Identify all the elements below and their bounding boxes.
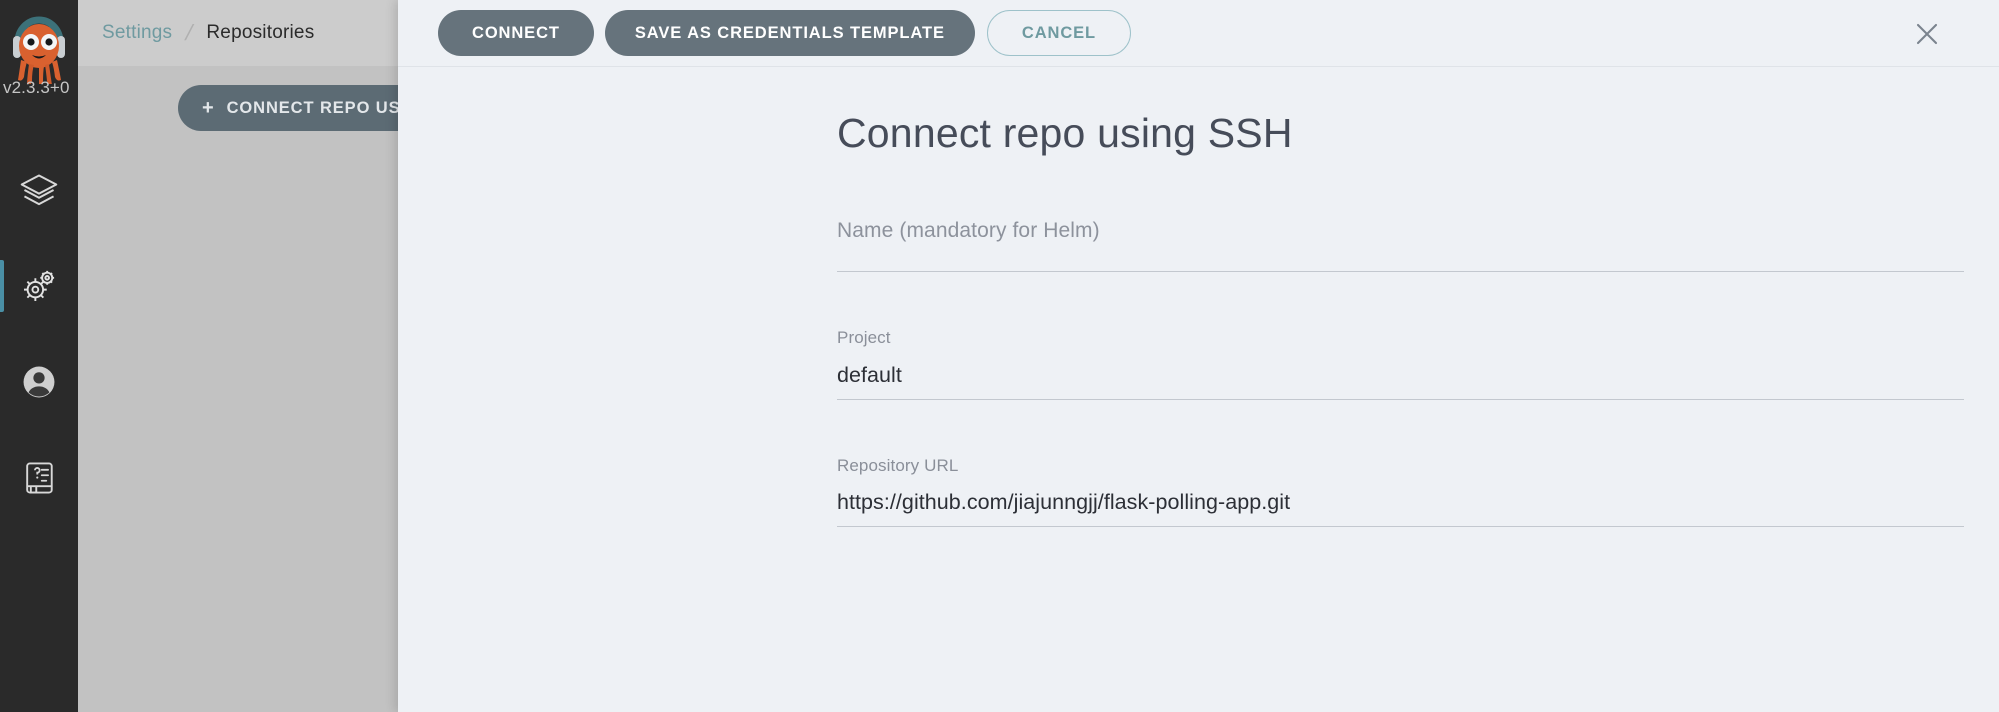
connect-button[interactable]: CONNECT: [438, 10, 594, 56]
panel-body: Connect repo using SSH Name (mandatory f…: [398, 67, 1999, 712]
version-label: v2.3.3+0: [3, 78, 70, 97]
sidebar-nav-rail: v2.3.3+0: [0, 0, 78, 712]
field-repository-url: Repository URL https://github.com/jiajun…: [837, 454, 1964, 527]
argo-cd-octopus-logo: [13, 16, 65, 84]
sidebar-item-applications[interactable]: [0, 142, 78, 238]
project-field-underline: [837, 398, 1964, 400]
active-indicator: [0, 356, 4, 408]
repository-url-field-underline: [837, 525, 1964, 527]
logo-area[interactable]: v2.3.3+0: [0, 0, 78, 100]
project-field-label: Project: [837, 328, 891, 348]
name-field-placeholder: Name (mandatory for Helm): [837, 219, 1100, 243]
breadcrumb-repositories: Repositories: [206, 22, 315, 43]
help-book-icon: [26, 462, 53, 494]
argo-cd-app: v2.3.3+0 Settings / Repositories + CONNE…: [0, 0, 1999, 712]
layers-icon: [20, 174, 58, 206]
name-field-underline: [837, 271, 1964, 273]
breadcrumb-separator: /: [183, 20, 196, 45]
active-indicator: [0, 452, 4, 504]
close-panel-button[interactable]: [1911, 18, 1943, 50]
breadcrumb-settings[interactable]: Settings: [102, 22, 172, 44]
sidebar-item-documentation[interactable]: [0, 430, 78, 526]
connect-repo-panel: CONNECT SAVE AS CREDENTIALS TEMPLATE CAN…: [398, 0, 1999, 712]
active-indicator: [0, 164, 4, 216]
cancel-button[interactable]: CANCEL: [986, 10, 1132, 56]
sidebar-item-settings[interactable]: [0, 238, 78, 334]
page-title: Connect repo using SSH: [837, 110, 1293, 156]
repository-url-field-label: Repository URL: [837, 455, 959, 475]
repository-url-field-input[interactable]: https://github.com/jiajunngjj/flask-poll…: [837, 477, 1964, 518]
save-as-credentials-template-button[interactable]: SAVE AS CREDENTIALS TEMPLATE: [604, 10, 975, 56]
panel-toolbar: CONNECT SAVE AS CREDENTIALS TEMPLATE CAN…: [398, 0, 1999, 67]
active-indicator: [0, 260, 4, 312]
field-name: Name (mandatory for Helm): [837, 216, 1964, 273]
project-field-input[interactable]: default: [837, 350, 1964, 391]
sidebar-items: [0, 142, 78, 526]
gear-icon: [24, 270, 55, 301]
close-icon: [1916, 23, 1938, 45]
plus-icon: +: [202, 97, 215, 119]
sidebar-item-user-info[interactable]: [0, 334, 78, 430]
user-circle-icon: [23, 366, 55, 398]
field-project: Project default: [837, 326, 1964, 400]
connect-repo-form: Name (mandatory for Helm) Project defaul…: [398, 216, 1999, 527]
